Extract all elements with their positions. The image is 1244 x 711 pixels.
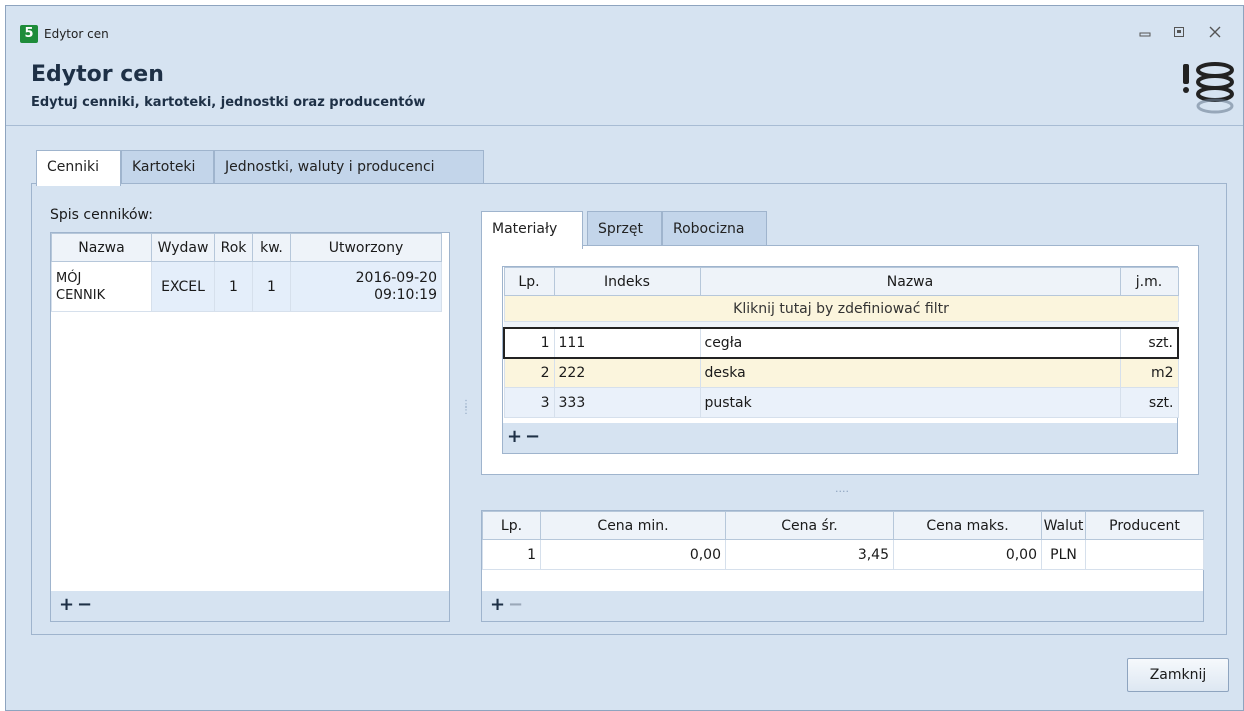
column-header[interactable]: kw. [252, 233, 291, 262]
maximize-icon[interactable] [1166, 24, 1192, 44]
column-header[interactable]: j.m. [1119, 267, 1179, 296]
cell-producent[interactable] [1085, 539, 1204, 570]
cell-jm[interactable]: m2 [1119, 357, 1179, 388]
materials-table: Lp. Indeks Nazwa j.m. Kliknij tutaj by z… [503, 267, 1179, 418]
materialy-panel: Lp. Indeks Nazwa j.m. Kliknij tutaj by z… [481, 245, 1199, 475]
tab-kartoteki[interactable]: Kartoteki [121, 150, 214, 184]
cell-text: 09:10:19 [374, 286, 437, 303]
table-row[interactable]: 1 111 cegła szt. [503, 326, 1179, 359]
table-row[interactable]: 3 333 pustak szt. [503, 387, 1179, 418]
cell-indeks[interactable]: 333 [553, 387, 701, 418]
app-icon: 5 [20, 25, 38, 43]
prices-table: Lp. Cena min. Cena śr. Cena maks. Walut … [482, 511, 1204, 570]
close-button[interactable]: Zamknij [1127, 658, 1229, 692]
tab-label: Materiały [492, 221, 558, 237]
tab-label: Cenniki [47, 159, 100, 175]
cell-nazwa[interactable]: pustak [699, 387, 1121, 418]
cell-cena-min[interactable]: 0,00 [540, 539, 726, 570]
column-header[interactable]: Wydaw [151, 233, 215, 262]
app-window: 5 Edytor cen Edytor cen Edytuj cenniki, … [5, 5, 1244, 711]
pricelist-grid-footer: + − [51, 591, 449, 621]
cell-rok[interactable]: 1 [214, 261, 253, 312]
tab-label: Sprzęt [598, 221, 643, 237]
cell-jm[interactable]: szt. [1119, 326, 1179, 359]
column-header[interactable]: Nazwa [699, 267, 1121, 296]
cell-lp[interactable]: 1 [503, 326, 555, 359]
tab-jednostki[interactable]: Jednostki, waluty i producenci [214, 150, 484, 184]
cell-text: MÓJ [56, 270, 82, 286]
minimize-icon[interactable] [1132, 24, 1158, 44]
remove-pricelist-button[interactable]: − [77, 594, 92, 615]
materials-grid-footer: + − [503, 423, 1177, 453]
prices-grid-footer: + − [482, 591, 1203, 621]
table-row[interactable]: MÓJ CENNIK EXCEL 1 1 2016-09-20 09:10:19 [51, 261, 442, 312]
remove-material-button[interactable]: − [525, 426, 540, 447]
horizontal-splitter[interactable]: ···· [827, 485, 857, 498]
page-title: Edytor cen [31, 62, 164, 87]
cell-nazwa[interactable]: MÓJ CENNIK [51, 261, 152, 312]
column-header[interactable]: Producent [1085, 511, 1204, 540]
add-price-button[interactable]: + [490, 594, 505, 615]
column-header[interactable]: Rok [214, 233, 253, 262]
cell-lp[interactable]: 3 [503, 387, 555, 418]
cell-lp[interactable]: 1 [482, 539, 541, 570]
cell-indeks[interactable]: 111 [553, 326, 701, 359]
column-header[interactable]: Lp. [482, 511, 541, 540]
cell-nazwa[interactable]: deska [699, 357, 1121, 388]
cell-jm[interactable]: szt. [1119, 387, 1179, 418]
tab-label: Robocizna [673, 221, 745, 237]
column-header[interactable]: Cena śr. [725, 511, 894, 540]
cell-text: 2016-09-20 [355, 269, 437, 286]
pricelist-group-label: Spis cenników: [50, 207, 153, 223]
column-header[interactable]: Lp. [503, 267, 555, 296]
column-header[interactable]: Indeks [553, 267, 701, 296]
tab-materialy[interactable]: Materiały [481, 211, 583, 249]
column-header[interactable]: Cena min. [540, 511, 726, 540]
tab-robocizna[interactable]: Robocizna [662, 211, 767, 247]
column-header[interactable]: Walut [1041, 511, 1086, 540]
title-bar: 5 Edytor cen [6, 6, 1243, 54]
pricelist-grid: Nazwa Wydaw Rok kw. Utworzony MÓJ CENNIK… [50, 232, 450, 622]
filter-row[interactable]: Kliknij tutaj by zdefiniować filtr [503, 295, 1179, 322]
cell-text: CENNIK [56, 287, 106, 303]
cell-cena-maks[interactable]: 0,00 [893, 539, 1042, 570]
remove-price-button[interactable]: − [508, 594, 523, 615]
tab-label: Jednostki, waluty i producenci [225, 159, 435, 175]
add-pricelist-button[interactable]: + [59, 594, 74, 615]
cell-cena-sr[interactable]: 3,45 [725, 539, 894, 570]
cell-wydaw[interactable]: EXCEL [151, 261, 215, 312]
cell-nazwa[interactable]: cegła [699, 326, 1121, 359]
close-icon[interactable] [1202, 24, 1228, 44]
page-subtitle: Edytuj cenniki, kartoteki, jednostki ora… [31, 95, 426, 110]
tab-sprzet[interactable]: Sprzęt [587, 211, 662, 247]
prices-grid: Lp. Cena min. Cena śr. Cena maks. Walut … [481, 510, 1204, 622]
pricelist-table: Nazwa Wydaw Rok kw. Utworzony MÓJ CENNIK… [51, 233, 442, 312]
price-editor-logo-icon [1179, 60, 1235, 124]
cell-lp[interactable]: 2 [503, 357, 555, 388]
cell-kw[interactable]: 1 [252, 261, 291, 312]
table-row[interactable]: 1 0,00 3,45 0,00 PLN [482, 539, 1204, 570]
add-material-button[interactable]: + [507, 426, 522, 447]
filter-prompt[interactable]: Kliknij tutaj by zdefiniować filtr [503, 295, 1179, 322]
tab-cenniki[interactable]: Cenniki [36, 150, 121, 186]
table-row[interactable]: 2 222 deska m2 [503, 357, 1179, 388]
column-header[interactable]: Utworzony [290, 233, 442, 262]
cell-indeks[interactable]: 222 [553, 357, 701, 388]
cell-utworzony[interactable]: 2016-09-20 09:10:19 [290, 261, 442, 312]
cell-waluta[interactable]: PLN [1041, 539, 1086, 570]
column-header[interactable]: Cena maks. [893, 511, 1042, 540]
column-header[interactable]: Nazwa [51, 233, 152, 262]
tab-label: Kartoteki [132, 159, 196, 175]
window-title: Edytor cen [44, 27, 109, 41]
header-panel: Edytor cen Edytuj cenniki, kartoteki, je… [6, 54, 1243, 126]
vertical-splitter[interactable]: ⋮ ⋮ [461, 400, 471, 424]
materials-grid: Lp. Indeks Nazwa j.m. Kliknij tutaj by z… [502, 266, 1179, 454]
